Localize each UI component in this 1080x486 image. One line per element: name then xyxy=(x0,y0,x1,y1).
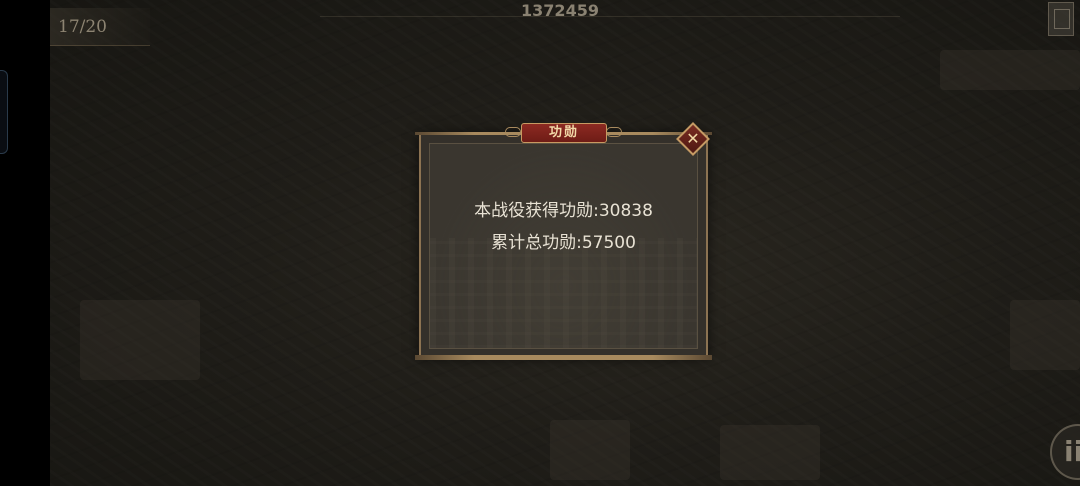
total-merit-text: 累计总功勋:57500 xyxy=(491,233,636,253)
title-ornament-right xyxy=(606,127,622,137)
close-button[interactable]: ✕ xyxy=(676,122,710,156)
dialog-title: 功勋 xyxy=(521,123,607,143)
side-handle[interactable] xyxy=(0,70,8,154)
close-icon: ✕ xyxy=(686,129,700,148)
info-icon: ii xyxy=(1064,435,1080,468)
total-score: 1372459 xyxy=(521,1,599,20)
stage-counter: 17/20 xyxy=(50,8,150,46)
battle-merit-text: 本战役获得功勋:30838 xyxy=(474,201,653,221)
map-icon[interactable] xyxy=(1048,2,1074,36)
game-screen: 17/20 1372459 ii 功勋 ✕ 本战役获得功勋:30838 累计总功… xyxy=(0,0,1080,486)
title-ornament-left xyxy=(505,127,521,137)
left-bezel xyxy=(0,0,50,486)
merit-dialog: 功勋 ✕ 本战役获得功勋:30838 累计总功勋:57500 xyxy=(415,122,712,363)
